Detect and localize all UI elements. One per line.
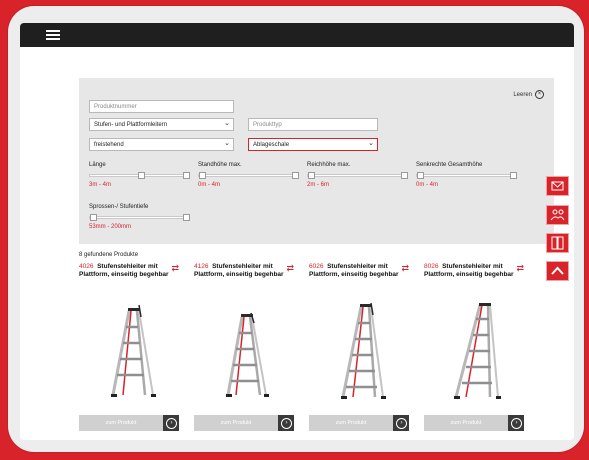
product-number: 6026 — [309, 263, 324, 270]
slider-handle-min[interactable] — [308, 172, 315, 179]
arrow-right-circle-icon: › — [508, 415, 524, 431]
ladder-image[interactable] — [329, 303, 389, 403]
to-product-label: zum Produkt — [335, 420, 367, 426]
product-title[interactable]: 6026 Stufenstehleiter mit Plattform, ein… — [309, 263, 399, 279]
slider-label-standing-height: Standhöhe max. — [198, 162, 242, 168]
consulting-button[interactable] — [546, 205, 569, 225]
results-count: 8 gefundene Produkte — [79, 252, 139, 258]
compare-arrows-icon[interactable]: ⇄ — [171, 263, 179, 274]
slider-handle-min[interactable] — [417, 172, 424, 179]
slider-handle-min[interactable] — [138, 172, 145, 179]
product-name: Stufenstehleiter mit Plattform, einseiti… — [309, 263, 399, 278]
arrow-right-circle-icon: › — [393, 415, 409, 431]
slider-label-reach-height: Reichhöhe max. — [307, 162, 351, 168]
to-product-label: zum Produkt — [105, 420, 137, 426]
arrow-right-circle-icon: › — [278, 415, 294, 431]
product-title[interactable]: 4126 Stufenstehleiter mit Plattform, ein… — [194, 263, 284, 279]
tablet-frame: Leeren × Produktnummer Stufen- und Plattf… — [8, 6, 584, 452]
chevron-up-icon — [551, 266, 564, 275]
accessory-select[interactable]: Ablageschale — [248, 137, 378, 151]
product-title[interactable]: 8026 Stufenstehleiter mit Plattform, ein… — [424, 263, 514, 279]
slider-handle-max[interactable] — [510, 172, 517, 179]
to-product-label: zum Produkt — [220, 420, 252, 426]
slider-handle-max[interactable] — [401, 172, 408, 179]
catalog-button[interactable] — [546, 233, 569, 253]
contact-icon — [551, 181, 564, 191]
hamburger-menu-icon[interactable] — [46, 29, 60, 41]
product-number: 8026 — [424, 263, 439, 270]
slider-label-step-depth: Sprossen-/ Stufentiefe — [89, 204, 149, 210]
category-select[interactable]: Stufen- und Plattformleitern — [89, 117, 234, 131]
to-product-button[interactable]: zum Produkt › — [309, 415, 409, 431]
ladder-image[interactable] — [99, 303, 159, 403]
catalog-icon — [551, 236, 564, 250]
handshake-icon — [550, 209, 565, 221]
slider-handle-min[interactable] — [90, 214, 97, 221]
reset-label: Leeren — [513, 92, 532, 99]
slider-track-total-height[interactable] — [416, 172, 517, 179]
reset-filter-button[interactable]: Leeren × — [513, 90, 544, 99]
slider-track-length[interactable] — [89, 172, 190, 179]
product-card: 8026 Stufenstehleiter mit Plattform, ein… — [424, 263, 524, 438]
to-product-button[interactable]: zum Produkt › — [79, 415, 179, 431]
slider-range-standing-height: 0m - 4m — [198, 182, 221, 188]
to-product-label: zum Produkt — [450, 420, 482, 426]
slider-range-step-depth: 53mm - 200mm — [89, 224, 132, 230]
product-card: 6026 Stufenstehleiter mit Plattform, ein… — [309, 263, 409, 438]
product-card: 4026 Stufenstehleiter mit Plattform, ein… — [79, 263, 179, 438]
slider-range-reach-height: 2m - 6m — [307, 182, 330, 188]
product-title[interactable]: 4026 Stufenstehleiter mit Plattform, ein… — [79, 263, 169, 279]
slider-track-reach-height[interactable] — [307, 172, 408, 179]
compare-arrows-icon[interactable]: ⇄ — [286, 263, 294, 274]
browser-screen: Leeren × Produktnummer Stufen- und Plattf… — [20, 23, 574, 440]
ladder-image[interactable] — [444, 303, 504, 403]
product-number: 4126 — [194, 263, 209, 270]
mount-select[interactable]: freistehend — [89, 137, 234, 151]
slider-label-length: Länge — [89, 162, 106, 168]
compare-arrows-icon[interactable]: ⇄ — [516, 263, 524, 274]
close-circle-icon: × — [535, 90, 544, 99]
contact-button[interactable] — [546, 176, 569, 196]
top-navigation-bar — [20, 23, 574, 47]
product-number-input[interactable]: Produktnummer — [89, 100, 234, 113]
product-name: Stufenstehleiter mit Plattform, einseiti… — [424, 263, 514, 278]
filter-panel: Leeren × Produktnummer Stufen- und Plattf… — [79, 78, 554, 244]
slider-track-standing-height[interactable] — [198, 172, 299, 179]
to-product-button[interactable]: zum Produkt › — [424, 415, 524, 431]
product-number: 4026 — [79, 263, 94, 270]
compare-arrows-icon[interactable]: ⇄ — [401, 263, 409, 274]
arrow-right-circle-icon: › — [163, 415, 179, 431]
scroll-top-button[interactable] — [546, 261, 569, 281]
slider-range-total-height: 0m - 4m — [416, 182, 439, 188]
slider-handle-min[interactable] — [199, 172, 206, 179]
product-type-input[interactable]: Produkttyp — [248, 118, 378, 131]
product-name: Stufenstehleiter mit Plattform, einseiti… — [79, 263, 169, 278]
product-card: 4126 Stufenstehleiter mit Plattform, ein… — [194, 263, 294, 438]
slider-track-step-depth[interactable] — [89, 214, 190, 221]
slider-handle-max[interactable] — [183, 214, 190, 221]
product-name: Stufenstehleiter mit Plattform, einseiti… — [194, 263, 284, 278]
to-product-button[interactable]: zum Produkt › — [194, 415, 294, 431]
slider-label-total-height: Senkrechte Gesamthöhe — [416, 162, 483, 168]
slider-range-length: 3m - 4m — [89, 182, 112, 188]
slider-handle-max[interactable] — [292, 172, 299, 179]
slider-handle-max[interactable] — [183, 172, 190, 179]
ladder-image[interactable] — [214, 303, 274, 403]
